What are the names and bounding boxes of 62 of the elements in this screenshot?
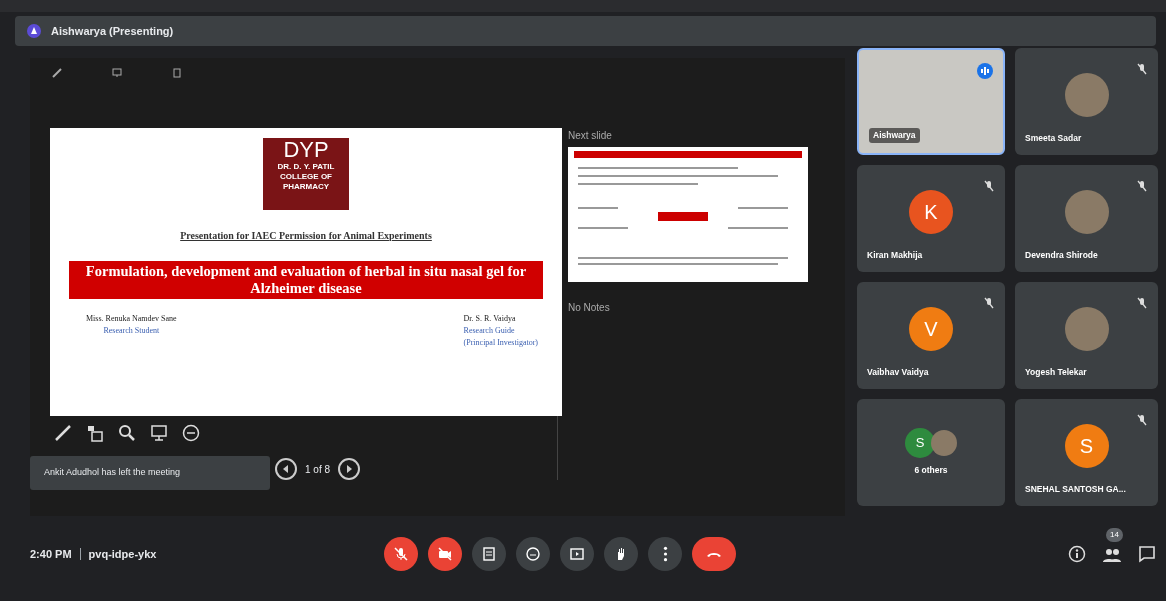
end-call-button[interactable] [692, 537, 737, 571]
participant-name: Devendra Shirode [1025, 249, 1098, 262]
college-logo: DYP DR. D. Y. PATIL COLLEGE OF PHARMACY [263, 138, 349, 210]
play-icon [345, 465, 354, 473]
meeting-code: pvq-idpe-ykx [88, 546, 157, 562]
avatar: K [909, 189, 953, 234]
next-slide-label: Next slide [568, 129, 613, 143]
participant-name: SNEHAL SANTOSH GA... [1025, 483, 1126, 496]
avatar: V [909, 306, 953, 351]
guide-name: Dr. S. R. Vaidya [463, 313, 517, 325]
zoom-icon[interactable] [118, 424, 136, 442]
participant-name: Yogesh Telekar [1025, 366, 1087, 379]
raise-hand-button[interactable] [604, 537, 639, 571]
present-icon [569, 546, 586, 562]
presenting-icon [27, 24, 41, 38]
more-options-button[interactable] [648, 537, 683, 571]
phone-icon [706, 550, 723, 558]
present-button[interactable] [560, 537, 595, 571]
meeting-time: 2:40 PM [30, 546, 72, 562]
guide-role: Research Guide [463, 325, 516, 337]
notification-toast: Ankit Adudhol has left the meeting [30, 456, 270, 490]
presenter-name: Miss. Renuka Namdev Sane [86, 313, 177, 325]
participant-name: Smeeta Sadar [1025, 132, 1082, 145]
logo-text: DR. D. Y. PATIL [277, 162, 335, 172]
slides-icon [172, 68, 182, 78]
slide-subtitle: Presentation for IAEC Permission for Animal Experiments [180, 229, 432, 243]
camera-button[interactable] [428, 537, 463, 571]
participant-name: 6 others [914, 464, 948, 477]
presenter-role: Research Student [103, 325, 160, 337]
left-arrow-icon [282, 465, 290, 473]
monitor-icon [112, 68, 122, 78]
logo-text: PHARMACY [282, 182, 330, 192]
pen-icon[interactable] [54, 424, 72, 442]
avatar-placeholder [931, 430, 957, 457]
microphone-off-icon [393, 546, 410, 562]
speaker-notes: No Notes [568, 301, 611, 315]
logo-text: COLLEGE OF [280, 172, 332, 182]
pen-icon [52, 68, 62, 78]
participant-name: Aishwarya [869, 128, 920, 143]
camera-off-icon [437, 546, 454, 562]
slides-grid-icon[interactable] [86, 424, 104, 442]
slide-counter: 1 of 8 [305, 462, 331, 477]
people-count: 14 [1106, 528, 1123, 542]
minus-circle-icon[interactable] [182, 424, 200, 442]
info-icon[interactable] [1068, 545, 1086, 563]
monitor-icon[interactable] [150, 424, 168, 442]
captions-button[interactable] [472, 537, 507, 571]
presenter-title: Aishwarya (Presenting) [51, 23, 174, 39]
chat-icon[interactable] [1138, 545, 1156, 563]
slide-title: Formulation, development and evaluation of herbal in situ nasal gel for Alzheimer disease [69, 261, 543, 299]
emoji-button[interactable] [516, 537, 551, 571]
captions-icon [481, 546, 498, 562]
avatar: S [1064, 423, 1109, 468]
participant-name: Vaibhav Vaidya [867, 366, 929, 379]
avatar: S [905, 428, 935, 459]
guide-note: (Principal Investigator) [463, 337, 538, 349]
next-button[interactable] [338, 458, 361, 480]
emoji-icon [525, 546, 542, 562]
microphone-button[interactable] [384, 537, 419, 571]
participant-name: Kiran Makhija [867, 249, 923, 262]
more-icon [662, 546, 668, 562]
previous-button[interactable] [275, 458, 297, 480]
